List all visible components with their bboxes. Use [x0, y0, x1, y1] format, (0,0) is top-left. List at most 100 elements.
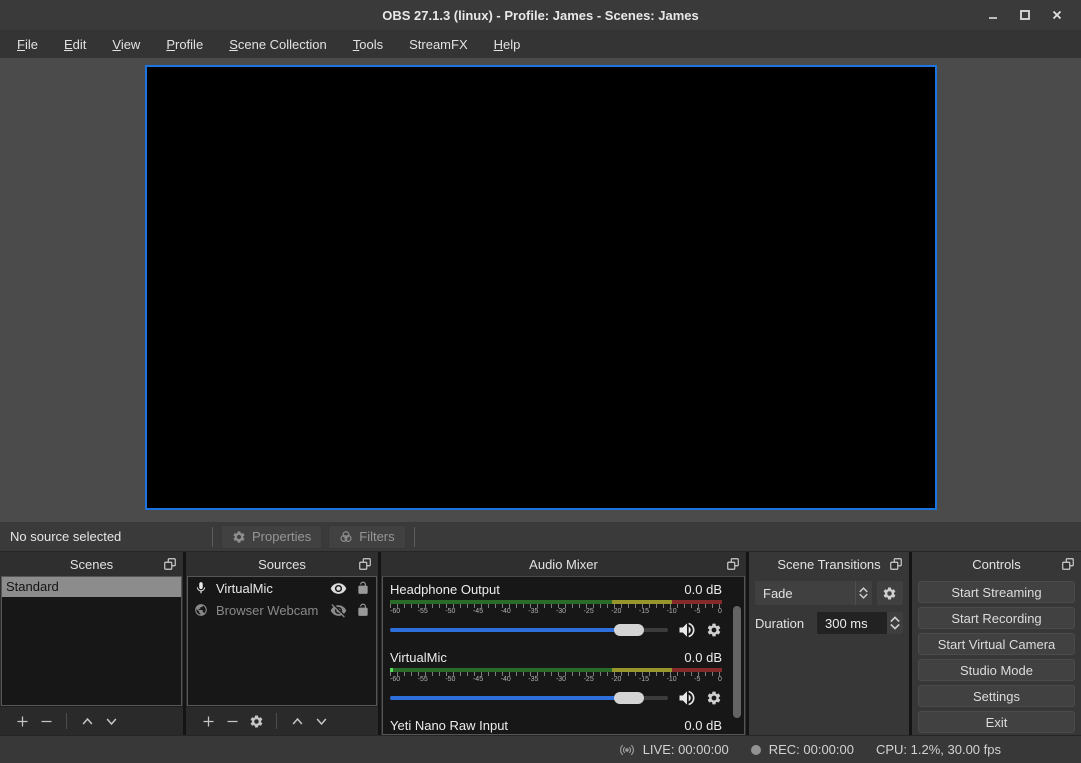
minimize-icon [988, 10, 998, 20]
rec-time: REC: 00:00:00 [769, 742, 854, 757]
transition-properties-button[interactable] [877, 581, 903, 605]
scene-transitions-header: Scene Transitions [749, 552, 909, 576]
plus-icon [201, 714, 216, 729]
move-source-down-button[interactable] [309, 709, 333, 733]
controls-panel-header: Controls [912, 552, 1081, 576]
filters-button[interactable]: Filters [328, 525, 405, 549]
maximize-button[interactable] [1009, 0, 1041, 30]
properties-button[interactable]: Properties [221, 525, 322, 549]
remove-source-button[interactable] [220, 709, 244, 733]
studio-mode-button[interactable]: Studio Mode [918, 659, 1075, 681]
move-source-up-button[interactable] [285, 709, 309, 733]
menu-view[interactable]: View [99, 33, 153, 56]
globe-icon [194, 603, 208, 617]
broadcast-icon [617, 742, 637, 758]
toolbar-separator [66, 713, 67, 729]
toolbar-divider [414, 527, 415, 547]
scenes-panel: Scenes Standard [0, 552, 183, 735]
popout-icon[interactable] [358, 557, 372, 571]
toolbar-divider [212, 527, 213, 547]
start-virtual-camera-button[interactable]: Start Virtual Camera [918, 633, 1075, 655]
source-status-text: No source selected [10, 529, 207, 544]
speaker-mute-icon[interactable] [677, 688, 697, 708]
volume-meter [390, 668, 722, 672]
menu-help[interactable]: Help [481, 33, 534, 56]
audio-mixer-header: Audio Mixer [381, 552, 746, 576]
duration-spin-arrows[interactable] [887, 612, 903, 634]
speaker-mute-icon[interactable] [677, 620, 697, 640]
source-toolbar: No source selected Properties Filters [0, 522, 1081, 552]
menu-scene-collection[interactable]: Scene Collection [216, 33, 340, 56]
scene-list-item[interactable]: Standard [2, 577, 181, 597]
volume-slider[interactable] [390, 696, 668, 700]
preview-canvas[interactable] [145, 65, 937, 510]
properties-button-label: Properties [252, 529, 311, 544]
source-properties-button[interactable] [244, 709, 268, 733]
live-time: LIVE: 00:00:00 [643, 742, 729, 757]
remove-scene-button[interactable] [34, 709, 58, 733]
channel-volume-db: 0.0 dB [684, 650, 722, 665]
scenes-list: Standard [1, 576, 182, 706]
volume-slider[interactable] [390, 628, 668, 632]
transition-select[interactable]: Fade [755, 581, 872, 605]
visibility-eye-off-icon[interactable] [330, 602, 347, 619]
channel-gear-icon[interactable] [706, 622, 722, 638]
channel-gear-icon[interactable] [706, 690, 722, 706]
add-source-button[interactable] [196, 709, 220, 733]
duration-spinbox[interactable]: 300 ms [817, 612, 903, 634]
status-bar: LIVE: 00:00:00 REC: 00:00:00 CPU: 1.2%, … [0, 735, 1081, 763]
chevron-up-icon [80, 714, 95, 729]
duration-value: 300 ms [817, 612, 887, 634]
controls-panel: Controls Start Streaming Start Recording… [912, 552, 1081, 735]
close-icon [1052, 10, 1062, 20]
sources-panel: Sources VirtualMic Browser Webcam [186, 552, 378, 735]
mixer-scrollbar[interactable] [733, 606, 741, 718]
plus-icon [15, 714, 30, 729]
popout-icon[interactable] [726, 557, 740, 571]
select-spinner[interactable] [855, 581, 872, 605]
popout-icon[interactable] [1061, 557, 1075, 571]
volume-slider-handle[interactable] [614, 692, 644, 704]
channel-name: Headphone Output [390, 582, 500, 597]
lock-icon[interactable] [356, 603, 370, 617]
gear-icon [232, 530, 246, 544]
channel-name: VirtualMic [390, 650, 447, 665]
scenes-toolbar [0, 706, 183, 735]
minus-icon [225, 714, 240, 729]
close-button[interactable] [1041, 0, 1073, 30]
live-status: LIVE: 00:00:00 [617, 742, 729, 758]
audio-mixer-panel: Audio Mixer Headphone Output 0.0 dB -60-… [381, 552, 746, 735]
exit-button[interactable]: Exit [918, 711, 1075, 733]
menu-edit[interactable]: Edit [51, 33, 99, 56]
source-list-item[interactable]: VirtualMic [188, 577, 376, 599]
add-scene-button[interactable] [10, 709, 34, 733]
menu-streamfx[interactable]: StreamFX [396, 33, 481, 56]
menu-profile[interactable]: Profile [153, 33, 216, 56]
popout-icon[interactable] [163, 557, 177, 571]
move-scene-up-button[interactable] [75, 709, 99, 733]
volume-slider-handle[interactable] [614, 624, 644, 636]
preview-area [0, 58, 1081, 522]
meter-tick-labels: -60-55-50-45-40-35-30-25-20-15-10-50 [390, 676, 722, 685]
filters-button-label: Filters [359, 529, 394, 544]
start-streaming-button[interactable]: Start Streaming [918, 581, 1075, 603]
settings-button[interactable]: Settings [918, 685, 1075, 707]
minimize-button[interactable] [977, 0, 1009, 30]
spin-down-icon [890, 623, 900, 630]
audio-mixer-body: Headphone Output 0.0 dB -60-55-50-45-40-… [382, 576, 745, 735]
meter-level-indicator [390, 668, 393, 672]
lock-icon[interactable] [356, 581, 370, 595]
sources-panel-header: Sources [186, 552, 378, 576]
source-list-item[interactable]: Browser Webcam [188, 599, 376, 621]
chevron-up-icon [290, 714, 305, 729]
menu-file[interactable]: File [4, 33, 51, 56]
spin-up-icon [890, 616, 900, 623]
toolbar-separator [276, 713, 277, 729]
popout-icon[interactable] [889, 557, 903, 571]
menu-tools[interactable]: Tools [340, 33, 396, 56]
visibility-eye-icon[interactable] [330, 580, 347, 597]
mixer-channel-yeti-nano: Yeti Nano Raw Input 0.0 dB -60-55-50-45-… [390, 718, 722, 735]
move-scene-down-button[interactable] [99, 709, 123, 733]
start-recording-button[interactable]: Start Recording [918, 607, 1075, 629]
window-title: OBS 27.1.3 (linux) - Profile: James - Sc… [0, 8, 1081, 23]
